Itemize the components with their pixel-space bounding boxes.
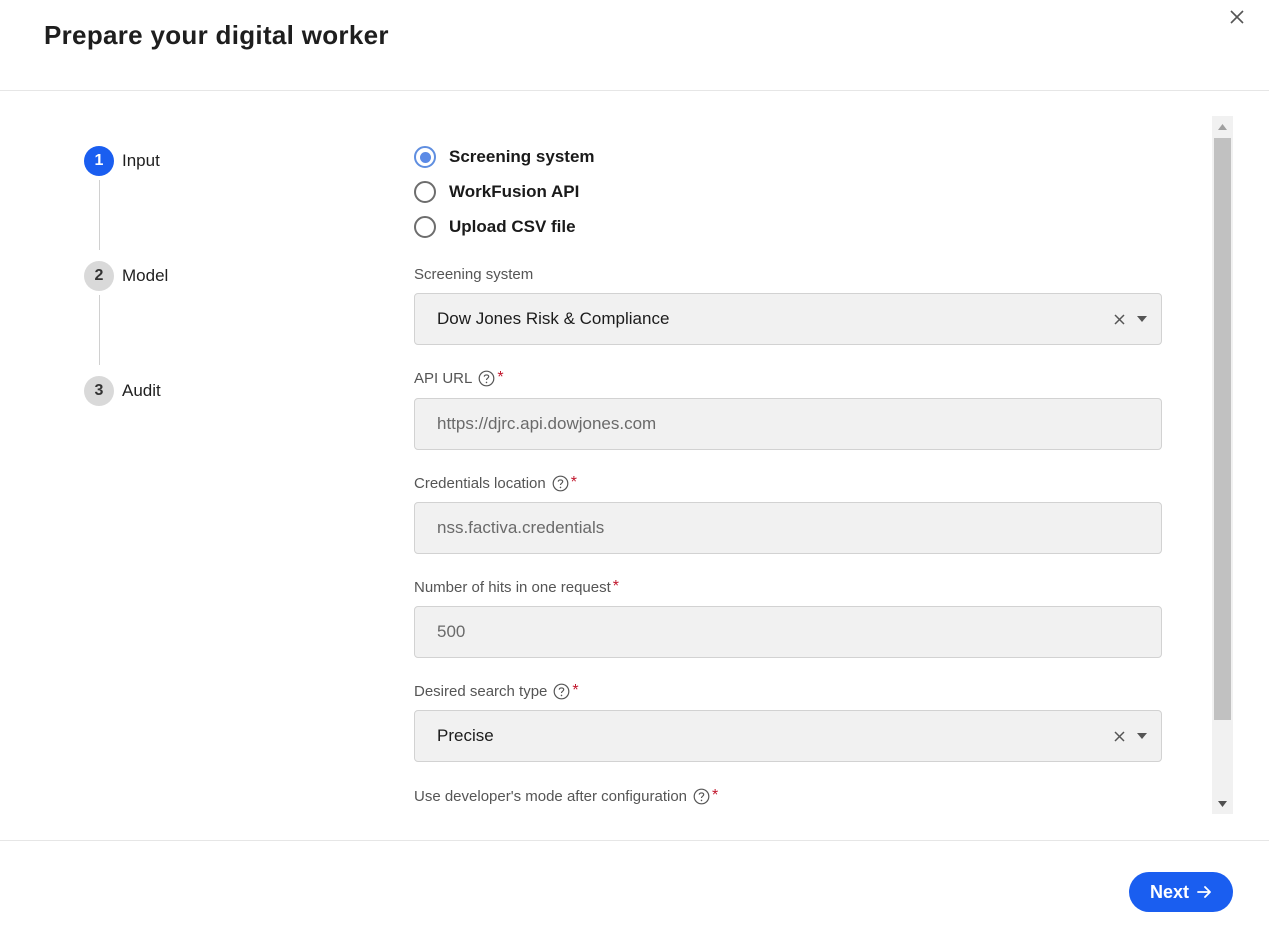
- radio-unchecked-icon: [414, 216, 436, 238]
- step-label: Audit: [122, 381, 161, 400]
- chevron-down-icon[interactable]: [1137, 316, 1147, 322]
- input-value: 500: [437, 622, 466, 641]
- close-button[interactable]: [1226, 6, 1248, 28]
- radio-workfusion-api[interactable]: WorkFusion API: [414, 181, 579, 203]
- required-mark: *: [612, 578, 620, 595]
- scroll-down-button[interactable]: [1212, 793, 1233, 814]
- input-value: https://djrc.api.dowjones.com: [437, 414, 657, 433]
- radio-label: Screening system: [449, 147, 595, 166]
- step-number: 3: [84, 376, 114, 406]
- required-mark: *: [712, 787, 719, 804]
- step-label: Model: [122, 266, 169, 285]
- dialog-title: Prepare your digital worker: [44, 20, 389, 50]
- credentials-location-label: Credentials location *: [414, 474, 577, 492]
- clear-icon[interactable]: [1114, 730, 1125, 742]
- required-mark: *: [572, 682, 579, 699]
- search-type-select[interactable]: Precise: [414, 710, 1162, 762]
- help-icon[interactable]: [553, 683, 570, 700]
- radio-unchecked-icon: [414, 181, 436, 203]
- hits-per-request-label: Number of hits in one request *: [414, 578, 620, 596]
- radio-label: WorkFusion API: [449, 182, 580, 201]
- api-url-input[interactable]: https://djrc.api.dowjones.com: [414, 398, 1162, 450]
- required-mark: *: [497, 369, 504, 386]
- chevron-down-icon[interactable]: [1137, 733, 1147, 739]
- scrollbar-thumb[interactable]: [1214, 138, 1231, 720]
- developer-mode-label: Use developer's mode after configuration…: [414, 787, 719, 805]
- step-input[interactable]: 1 Input: [84, 146, 160, 176]
- dialog-header: Prepare your digital worker: [0, 0, 1269, 91]
- select-value: Dow Jones Risk & Compliance: [437, 309, 670, 328]
- search-type-label: Desired search type *: [414, 682, 579, 700]
- arrow-up-icon: [1218, 123, 1227, 130]
- next-button-label: Next: [1149, 881, 1189, 902]
- step-model[interactable]: 2 Model: [84, 261, 168, 291]
- arrow-down-icon: [1218, 800, 1227, 807]
- hits-per-request-input[interactable]: 500: [414, 606, 1162, 658]
- required-mark: *: [570, 474, 577, 491]
- screening-system-select[interactable]: Dow Jones Risk & Compliance: [414, 293, 1162, 345]
- select-value: Precise: [437, 726, 494, 745]
- arrow-right-icon: [1197, 886, 1211, 898]
- input-value: nss.factiva.credentials: [437, 518, 605, 537]
- api-url-label: API URL *: [414, 369, 504, 387]
- step-number: 2: [84, 261, 114, 291]
- step-connector: [99, 295, 100, 365]
- step-label: Input: [122, 151, 160, 170]
- step-connector: [99, 180, 100, 250]
- help-icon[interactable]: [552, 475, 569, 492]
- scroll-up-button[interactable]: [1212, 116, 1233, 137]
- footer-divider: [0, 840, 1269, 841]
- radio-label: Upload CSV file: [449, 217, 576, 236]
- help-icon[interactable]: [693, 788, 710, 805]
- radio-upload-csv[interactable]: Upload CSV file: [414, 216, 576, 238]
- next-button[interactable]: Next: [1129, 872, 1233, 912]
- credentials-location-input[interactable]: nss.factiva.credentials: [414, 502, 1162, 554]
- close-icon: [1230, 10, 1244, 24]
- screening-system-label: Screening system: [414, 266, 534, 283]
- scrollbar[interactable]: [1212, 116, 1233, 814]
- help-icon[interactable]: [478, 370, 495, 387]
- step-audit[interactable]: 3 Audit: [84, 376, 161, 406]
- clear-icon[interactable]: [1114, 313, 1125, 325]
- radio-screening-system[interactable]: Screening system: [414, 146, 595, 168]
- step-number: 1: [84, 146, 114, 176]
- radio-checked-icon: [414, 146, 436, 168]
